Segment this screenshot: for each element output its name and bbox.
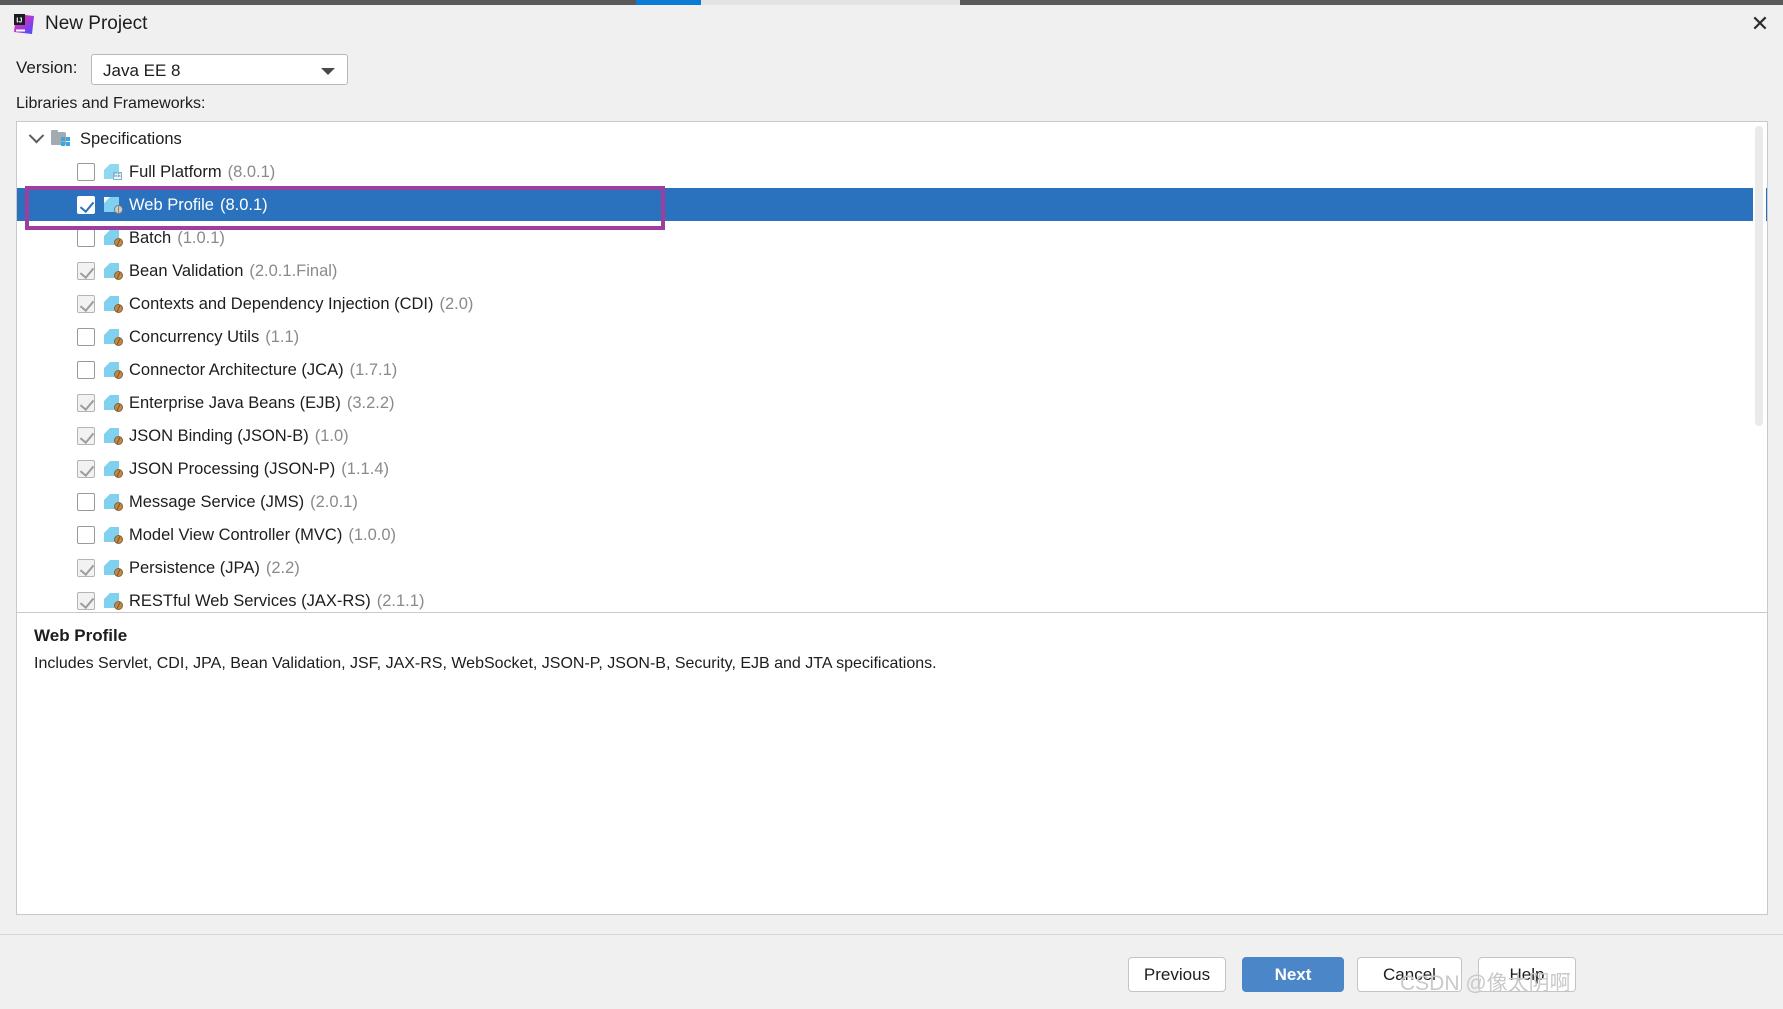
tree-group-specifications[interactable]: Specifications [17,122,1767,155]
version-select-value: Java EE 8 [103,61,181,80]
tree-item-batch[interactable]: Batch (1.0.1) [17,221,1767,254]
java-spec-icon [104,494,123,511]
tree-item-version: (2.0.1.Final) [249,261,338,280]
previous-button[interactable]: Previous [1128,957,1226,992]
tree-item-version: (2.0.1) [310,492,358,511]
tree-item-web-profile[interactable]: Web Profile (8.0.1) [17,188,1767,221]
libraries-tree-panel: Specifications EE Full Platform (8.0.1) … [16,121,1768,613]
tree-item-bean-validation[interactable]: Bean Validation (2.0.1.Final) [17,254,1767,287]
tree-item-label: Concurrency Utils [129,327,260,346]
tree-item-label: JSON Processing (JSON-P) [129,459,336,478]
chevron-down-icon[interactable] [25,127,47,150]
checkbox-jaxrs[interactable] [77,591,95,610]
checkbox-jms[interactable] [77,492,95,511]
tree-item-label: Contexts and Dependency Injection (CDI) [129,294,434,313]
java-spec-icon [104,362,123,379]
web-profile-icon [104,197,123,214]
checkbox-jpa[interactable] [77,558,95,577]
tree-item-json-binding[interactable]: JSON Binding (JSON-B) (1.0) [17,419,1767,452]
java-spec-icon [104,461,123,478]
tree-item-json-processing[interactable]: JSON Processing (JSON-P) (1.1.4) [17,452,1767,485]
description-panel: Web Profile Includes Servlet, CDI, JPA, … [16,613,1768,915]
tree-item-mvc[interactable]: Model View Controller (MVC) (1.0.0) [17,518,1767,551]
checkbox-jca[interactable] [77,360,95,379]
java-spec-icon [104,428,123,445]
tree-item-label: Full Platform [129,162,222,181]
tree-item-label: Message Service (JMS) [129,492,305,511]
java-spec-icon [104,560,123,577]
tree-item-jms[interactable]: Message Service (JMS) (2.0.1) [17,485,1767,518]
checkbox-ejb[interactable] [77,393,95,412]
java-spec-icon [104,329,123,346]
version-select[interactable]: Java EE 8 [91,54,348,85]
checkbox-cdi[interactable] [77,294,95,313]
java-spec-icon [104,263,123,280]
svg-text:IJ: IJ [16,16,22,25]
tree-item-version: (1.1.4) [341,459,389,478]
tree-item-full-platform[interactable]: EE Full Platform (8.0.1) [17,155,1767,188]
cancel-button[interactable]: Cancel [1357,957,1462,992]
checkbox-batch[interactable] [77,228,95,247]
tree-group-label: Specifications [80,129,182,148]
checkbox-concurrency-utils[interactable] [77,327,95,346]
libraries-and-frameworks-label: Libraries and Frameworks: [16,95,206,112]
tree-item-label: Model View Controller (MVC) [129,525,343,544]
checkbox-bean-validation[interactable] [77,261,95,280]
help-button[interactable]: Help [1478,957,1576,992]
chevron-down-icon [321,68,335,75]
tree-item-version: (1.0.0) [348,525,397,544]
tree-item-version: (1.7.1) [349,360,398,379]
tree-item-cdi[interactable]: Contexts and Dependency Injection (CDI) … [17,287,1767,320]
tree-item-label: Web Profile [129,195,214,214]
tree-item-label: JSON Binding (JSON-B) [129,426,309,445]
ee-spec-icon: EE [104,164,122,180]
tree-item-version: (1.1) [265,327,300,346]
checkbox-mvc[interactable] [77,525,95,544]
tree-item-version: (2.0) [439,294,474,313]
tree-item-version: (1.0) [314,426,349,445]
tree-item-label: Batch [129,228,172,247]
checkbox-json-processing[interactable] [77,459,95,478]
intellij-idea-icon: IJ [13,13,35,35]
tree-item-version: (1.0.1) [177,228,225,247]
spec-folder-icon [51,130,72,147]
java-spec-icon [104,395,123,412]
tree-item-label: Bean Validation [129,261,244,280]
description-text: Includes Servlet, CDI, JPA, Bean Validat… [34,655,937,672]
dialog-button-bar: Previous Next Cancel Help [0,934,1783,1009]
tree-item-jaxrs[interactable]: RESTful Web Services (JAX-RS) (2.1.1) [17,584,1767,612]
tree-scrollbar-thumb[interactable] [1755,126,1763,426]
checkbox-full-platform[interactable] [77,162,95,181]
tree-item-label: Persistence (JPA) [129,558,260,577]
java-spec-icon [104,296,123,313]
title-bar: IJ New Project ✕ [0,5,1783,43]
tree-item-label: RESTful Web Services (JAX-RS) [129,591,371,610]
java-spec-icon [104,527,123,544]
tree-item-concurrency-utils[interactable]: Concurrency Utils (1.1) [17,320,1767,353]
java-spec-icon [104,230,123,247]
tree-item-label: Enterprise Java Beans (EJB) [129,393,341,412]
close-icon[interactable]: ✕ [1745,11,1775,37]
tree-item-version: (2.1.1) [376,591,425,610]
tree-scrollbar[interactable] [1753,123,1766,612]
checkbox-web-profile[interactable] [77,195,95,214]
window-title: New Project [45,13,148,34]
tree-item-ejb[interactable]: Enterprise Java Beans (EJB) (3.2.2) [17,386,1767,419]
next-button[interactable]: Next [1242,957,1344,992]
libraries-tree: Specifications EE Full Platform (8.0.1) … [17,122,1767,612]
description-title: Web Profile [34,626,128,645]
version-label: Version: [16,58,78,77]
tree-item-jpa[interactable]: Persistence (JPA) (2.2) [17,551,1767,584]
tree-item-version: (8.0.1) [219,195,268,214]
tree-item-version: (3.2.2) [346,393,395,412]
new-project-dialog: IJ New Project ✕ Version: Java EE 8 Libr… [0,0,1783,1009]
tree-item-jca[interactable]: Connector Architecture (JCA) (1.7.1) [17,353,1767,386]
tree-item-version: (8.0.1) [227,162,276,181]
java-spec-icon [104,593,123,610]
checkbox-json-binding[interactable] [77,426,95,445]
tree-item-label: Connector Architecture (JCA) [129,360,344,379]
tree-item-version: (2.2) [265,558,300,577]
